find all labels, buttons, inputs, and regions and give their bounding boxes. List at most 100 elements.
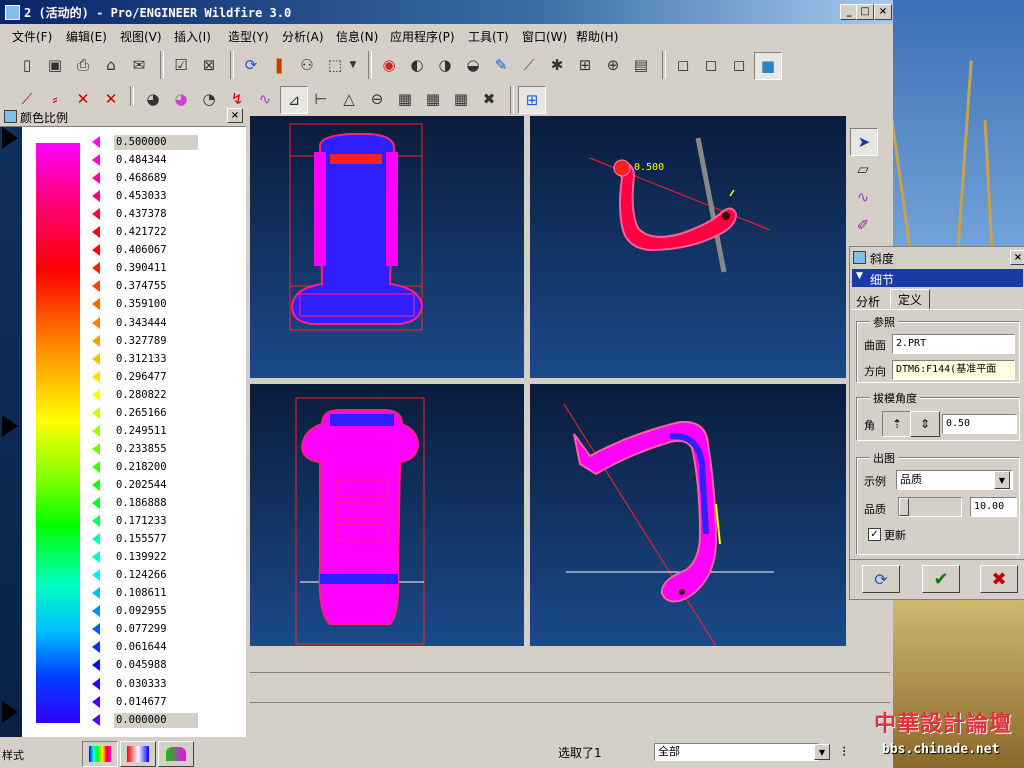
regenerate-check-icon[interactable]: ☑ (168, 52, 194, 78)
tab-definition[interactable]: 定义 (890, 289, 930, 311)
close-window-icon[interactable]: ⊠ (196, 52, 222, 78)
measure-a-icon[interactable]: ▦ (392, 86, 418, 112)
slope-dialog-close-button[interactable]: × (1010, 250, 1024, 265)
scale-marker-icon[interactable] (92, 316, 100, 329)
graphics-area[interactable]: 0.500 (250, 116, 846, 646)
collapse-arrow-icon[interactable] (2, 701, 18, 723)
scale-marker-icon[interactable] (92, 533, 100, 546)
quality-input[interactable]: 10.00 (970, 497, 1017, 517)
scale-marker-icon[interactable] (92, 154, 100, 167)
accept-button[interactable]: ✔ (922, 565, 960, 593)
scale-marker-icon[interactable] (92, 677, 100, 690)
delete-analysis-icon[interactable]: ✖ (476, 86, 502, 112)
scale-marker-icon[interactable] (92, 352, 100, 365)
viewport-bottom-right[interactable] (530, 384, 846, 646)
binoculars-icon[interactable]: ⚇ (294, 52, 320, 78)
scale-marker-icon[interactable] (92, 659, 100, 672)
scale-marker-icon[interactable] (92, 569, 100, 582)
scale-marker-icon[interactable] (92, 388, 100, 401)
traffic-light-icon[interactable]: ❚ (266, 52, 292, 78)
draft-analysis-icon[interactable]: ⊿ (280, 86, 308, 114)
tab-analysis[interactable]: 分析 (856, 293, 880, 310)
orient-icon[interactable]: ◒ (460, 52, 486, 78)
offset-icon[interactable]: ∿ (252, 86, 278, 112)
menu-edit[interactable]: 编辑(E) (66, 28, 107, 45)
menu-info[interactable]: 信息(N) (336, 28, 378, 45)
menu-file[interactable]: 文件(F) (12, 28, 52, 45)
scale-marker-icon[interactable] (92, 497, 100, 509)
repeat-analysis-button[interactable]: ⟳ (862, 565, 900, 593)
draft-pull-up-button[interactable]: ⇡ (882, 411, 912, 437)
regenerate-icon[interactable]: ⟳ (238, 52, 264, 78)
no-hidden-icon[interactable]: ◻ (726, 52, 752, 78)
maximize-button[interactable]: □ (856, 4, 874, 20)
close-button[interactable]: × (874, 4, 892, 20)
scale-value[interactable]: 0.000000 (114, 712, 198, 728)
filter-dropdown[interactable]: 全部 (654, 743, 819, 761)
select-arrow-icon[interactable]: ➤ (850, 128, 878, 156)
color-wheel-icon[interactable]: ◉ (376, 52, 402, 78)
scale-marker-icon[interactable] (92, 208, 100, 221)
new-file-icon[interactable]: ▯ (14, 52, 40, 78)
scale-marker-icon[interactable] (92, 244, 100, 257)
chevron-down-icon[interactable]: ▼ (994, 471, 1010, 489)
view-manager-icon[interactable]: ◐ (404, 52, 430, 78)
menu-tools[interactable]: 工具(T) (468, 28, 509, 45)
scale-marker-icon[interactable] (92, 280, 100, 293)
scale-marker-icon[interactable] (92, 298, 100, 311)
menu-insert[interactable]: 插入(I) (174, 28, 211, 45)
color-scale-close-button[interactable]: × (227, 108, 243, 123)
select-box-icon[interactable]: ⬚ (322, 52, 348, 78)
scale-marker-icon[interactable] (92, 136, 100, 148)
scale-marker-icon[interactable] (92, 424, 100, 437)
shading-icon[interactable]: ■ (754, 52, 782, 80)
collapse-arrow-icon[interactable] (2, 415, 18, 437)
scale-marker-icon[interactable] (92, 551, 100, 564)
wireframe-icon[interactable]: ◻ (670, 52, 696, 78)
scale-marker-icon[interactable] (92, 641, 100, 654)
menu-applications[interactable]: 应用程序(P) (390, 28, 455, 45)
draft-pull-both-button[interactable]: ⇕ (910, 411, 940, 437)
curve-tool-icon[interactable]: ∿ (850, 184, 876, 210)
scale-marker-icon[interactable] (92, 478, 100, 491)
measure-c-icon[interactable]: ▦ (448, 86, 474, 112)
scale-marker-icon[interactable] (92, 262, 100, 275)
scale-marker-icon[interactable] (92, 226, 100, 239)
cancel-button[interactable]: ✖ (980, 565, 1018, 593)
scale-marker-icon[interactable] (92, 190, 100, 203)
update-checkbox[interactable]: ✓ (868, 528, 881, 541)
chevron-down-icon[interactable]: ▼ (814, 744, 830, 760)
scale-marker-icon[interactable] (92, 370, 100, 383)
render-icon[interactable]: ▤ (628, 52, 654, 78)
menu-analysis[interactable]: 分析(A) (282, 28, 324, 45)
email-icon[interactable]: ✉ (126, 52, 152, 78)
scale-value[interactable]: 0.500000 (114, 135, 198, 150)
datum-point-icon[interactable]: ✱ (544, 52, 570, 78)
four-view-icon[interactable]: ⊞ (518, 86, 546, 114)
sketch-icon[interactable]: ✎ (488, 52, 514, 78)
zoom-icon[interactable]: ⊕ (600, 52, 626, 78)
viewport-bottom-left[interactable] (250, 384, 524, 646)
slope-icon[interactable]: △ (336, 86, 362, 112)
scale-marker-icon[interactable] (92, 515, 100, 528)
measure-b-icon[interactable]: ▦ (420, 86, 446, 112)
angle-input[interactable]: 0.50 (942, 414, 1017, 434)
scale-marker-icon[interactable] (92, 406, 100, 419)
csys-icon[interactable]: ⊞ (572, 52, 598, 78)
menu-style[interactable]: 造型(Y) (228, 28, 269, 45)
edit-curve-icon[interactable]: ✐ (850, 212, 876, 238)
scale-marker-icon[interactable] (92, 460, 100, 473)
viewport-top-left[interactable] (250, 116, 524, 378)
scale-marker-icon[interactable] (92, 605, 100, 618)
scale-marker-icon[interactable] (92, 713, 100, 726)
datum-axis-icon[interactable]: ⟋ (516, 52, 542, 78)
collapse-arrow-icon[interactable] (2, 127, 18, 149)
open-folder-icon[interactable]: ⌂ (98, 52, 124, 78)
surface-tool-icon[interactable]: ▱ (850, 156, 876, 182)
scale-marker-icon[interactable] (92, 623, 100, 636)
scale-marker-icon[interactable] (92, 442, 100, 455)
print-icon[interactable]: ⎙ (70, 52, 96, 78)
scale-marker-icon[interactable] (92, 334, 100, 347)
surface-field[interactable]: 2.PRT (892, 334, 1015, 354)
scale-marker-icon[interactable] (92, 695, 100, 708)
